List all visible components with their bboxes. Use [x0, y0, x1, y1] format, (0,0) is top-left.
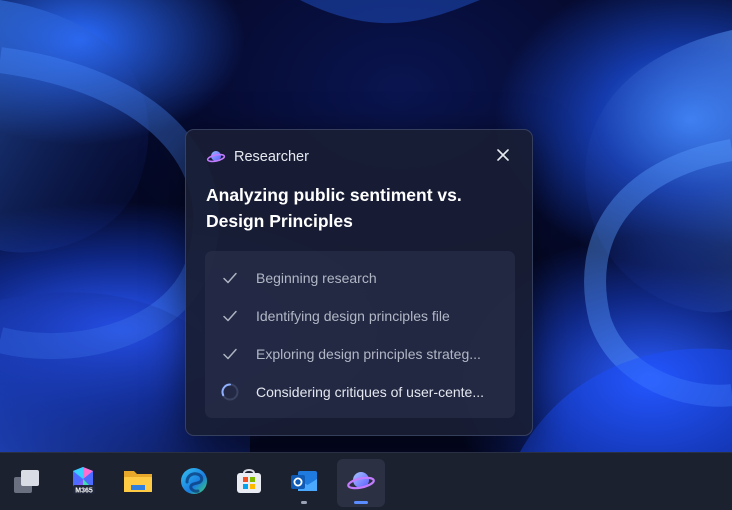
m365-badge: M365 — [75, 487, 93, 494]
task-view-icon — [11, 467, 43, 500]
running-indicator — [301, 501, 307, 504]
taskbar-outlook[interactable] — [280, 459, 328, 507]
edge-icon — [178, 465, 210, 502]
taskbar-m365[interactable]: M365 — [59, 459, 107, 507]
taskbar-edge[interactable] — [170, 459, 218, 507]
outlook-icon — [288, 465, 320, 502]
taskbar-store[interactable] — [225, 459, 273, 507]
taskbar-task-view[interactable] — [3, 459, 51, 507]
step-item: Beginning research — [205, 259, 515, 297]
checkmark-icon — [219, 343, 241, 365]
research-title-line-2: Design Principles — [206, 211, 353, 231]
researcher-panel: Researcher Analyzing public sentiment vs… — [185, 129, 533, 436]
step-item: Exploring design principles strateg... — [205, 335, 515, 373]
researcher-icon — [345, 465, 377, 502]
step-item: Identifying design principles file — [205, 297, 515, 335]
checkmark-icon — [219, 267, 241, 289]
research-title: Analyzing public sentiment vs. Design Pr… — [206, 182, 506, 234]
spinner-icon — [219, 381, 241, 403]
researcher-logo-icon — [206, 147, 226, 167]
step-label: Beginning research — [256, 270, 377, 286]
close-icon — [496, 148, 510, 167]
step-label: Considering critiques of user-cente... — [256, 384, 484, 400]
taskbar-file-explorer[interactable] — [114, 459, 162, 507]
taskbar-researcher[interactable] — [337, 459, 385, 507]
m365-icon: M365 — [67, 465, 99, 502]
step-label: Identifying design principles file — [256, 308, 450, 324]
close-button[interactable] — [492, 146, 514, 168]
app-name: Researcher — [234, 149, 309, 165]
checkmark-icon — [219, 305, 241, 327]
panel-header: Researcher — [206, 146, 309, 168]
progress-steps-list: Beginning research Identifying design pr… — [205, 251, 515, 418]
step-label: Exploring design principles strateg... — [256, 346, 481, 362]
store-icon — [233, 465, 265, 502]
research-title-line-1: Analyzing public sentiment vs. — [206, 185, 462, 205]
step-item: Considering critiques of user-cente... — [205, 373, 515, 411]
active-indicator — [354, 501, 368, 504]
taskbar: M365 — [0, 452, 732, 510]
file-explorer-icon — [122, 467, 154, 500]
